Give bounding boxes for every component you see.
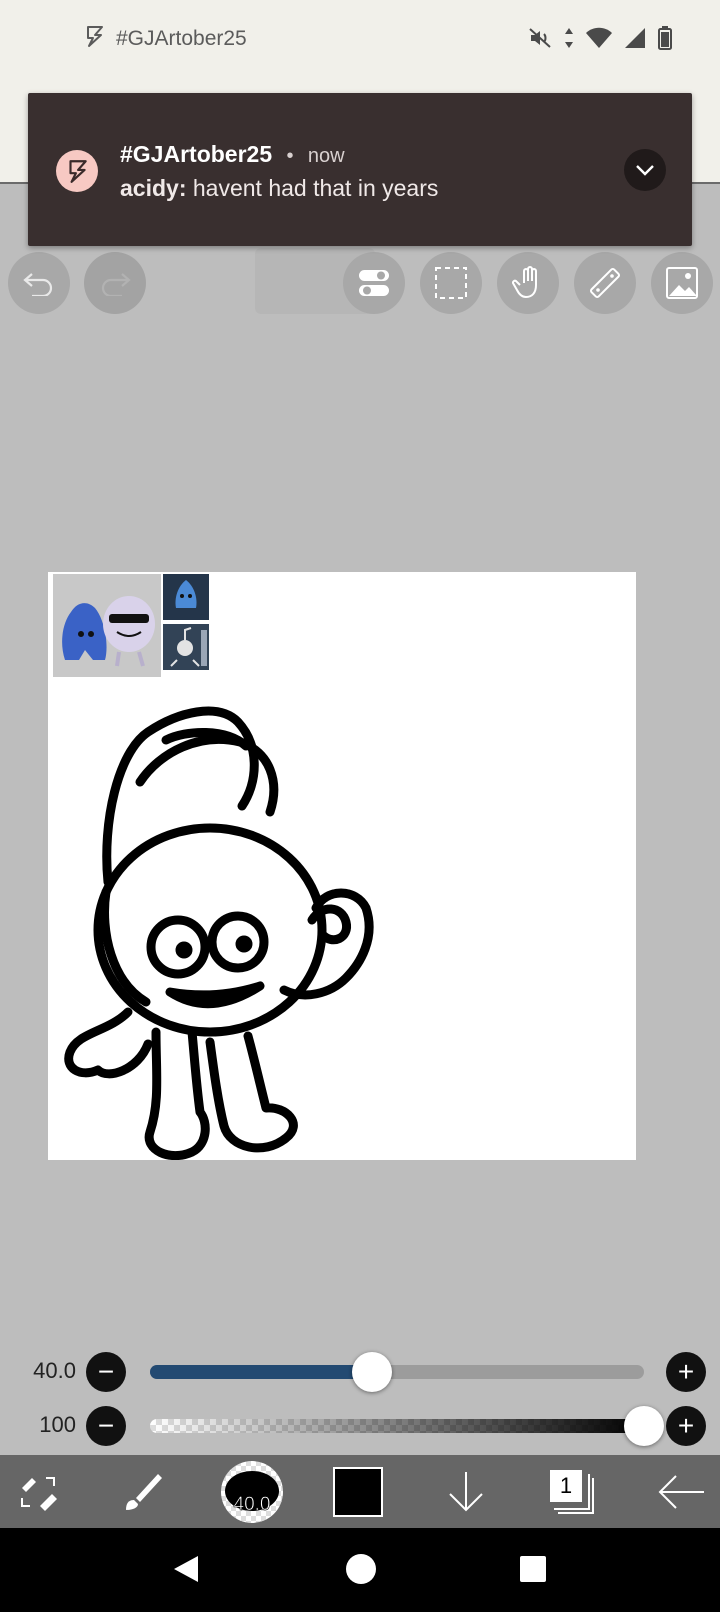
notification-body: acidy: havent had that in years — [120, 175, 438, 202]
status-left: #GJArtober25 — [82, 24, 247, 54]
data-arrows-icon — [564, 27, 574, 54]
color-swatch-icon — [333, 1466, 383, 1517]
nav-home-icon[interactable] — [346, 1554, 376, 1584]
notification-sender: acidy: — [120, 175, 187, 201]
redo-button[interactable] — [84, 252, 146, 314]
ruler-icon — [589, 267, 621, 299]
notification-bolt-icon — [56, 150, 98, 192]
nav-recents-icon[interactable] — [520, 1556, 546, 1582]
color-button[interactable] — [330, 1455, 386, 1528]
notification-separator: • — [286, 145, 294, 167]
brush-tool-button[interactable] — [112, 1455, 176, 1528]
swap-tools-icon — [21, 1476, 57, 1511]
opacity-track[interactable] — [150, 1419, 644, 1433]
brush-icon — [126, 1473, 162, 1510]
image-icon — [666, 267, 698, 299]
image-button[interactable] — [651, 252, 713, 314]
nav-back-icon — [174, 1556, 198, 1582]
plus-icon: + — [677, 1410, 695, 1441]
notification-header: #GJArtober25 • now — [120, 141, 345, 168]
brush-size-label: 40.0 — [233, 1493, 271, 1515]
layers-button[interactable]: 1 — [542, 1455, 602, 1528]
selection-icon — [435, 267, 467, 299]
brush-size-fill — [150, 1365, 373, 1379]
opacity-thumb[interactable] — [624, 1406, 664, 1446]
opacity-value: 100 — [39, 1412, 76, 1437]
brush-size-track[interactable] — [150, 1365, 644, 1379]
brush-size-thumb[interactable] — [352, 1352, 393, 1392]
notification-card[interactable]: #GJArtober25 • now acidy: havent had tha… — [28, 93, 692, 246]
brush-size-increase-button[interactable]: + — [666, 1352, 706, 1392]
layers-icon: 1 — [550, 1469, 594, 1514]
chevron-down-icon — [636, 165, 654, 176]
selection-button[interactable] — [420, 252, 482, 314]
system-nav-bar — [0, 1528, 720, 1612]
battery-icon — [658, 26, 672, 55]
hand-icon — [512, 266, 537, 299]
down-arrow-icon — [449, 1471, 483, 1511]
nav-back-button[interactable] — [172, 1554, 200, 1589]
mute-icon — [528, 27, 552, 54]
notification-message: havent had that in years — [192, 175, 439, 201]
plus-icon: + — [677, 1356, 695, 1387]
status-app-label: #GJArtober25 — [116, 27, 247, 50]
undo-button[interactable] — [8, 252, 70, 314]
brush-size-decrease-button[interactable]: − — [86, 1352, 126, 1392]
layer-down-button[interactable] — [436, 1455, 496, 1528]
hand-button[interactable] — [497, 252, 559, 314]
ruler-button[interactable] — [574, 252, 636, 314]
notification-expand-button[interactable] — [624, 149, 666, 191]
back-button[interactable] — [648, 1455, 714, 1528]
minus-icon: − — [97, 1356, 115, 1387]
brush-size-value: 40.0 — [33, 1358, 76, 1383]
drawing-canvas[interactable] — [48, 572, 636, 1160]
redo-icon — [101, 273, 131, 296]
opacity-decrease-button[interactable]: − — [86, 1406, 126, 1446]
opacity-increase-button[interactable]: + — [666, 1406, 706, 1446]
signal-icon — [624, 27, 646, 54]
back-arrow-icon — [658, 1474, 704, 1509]
undo-icon — [23, 273, 53, 296]
notification-time: now — [307, 145, 345, 167]
layer-count: 1 — [550, 1469, 582, 1502]
status-icons — [528, 26, 672, 55]
brush-size-button[interactable]: 40.0 — [218, 1455, 286, 1528]
wifi-icon — [586, 27, 612, 54]
toggle-icon — [359, 270, 389, 296]
brush-size-icon: 40.0 — [221, 1460, 283, 1523]
brush-size-slider-row: 40.0 − + — [0, 1346, 720, 1396]
swap-tools-button[interactable] — [6, 1455, 70, 1528]
notification-title: #GJArtober25 — [120, 141, 273, 167]
app-bolt-icon — [82, 24, 106, 54]
minus-icon: − — [97, 1410, 115, 1441]
toggle-button[interactable] — [343, 252, 405, 314]
bottom-toolbar: 40.0 1 — [0, 1455, 720, 1528]
opacity-slider-row: 100 − + — [0, 1400, 720, 1450]
character-drawing — [64, 706, 374, 1160]
